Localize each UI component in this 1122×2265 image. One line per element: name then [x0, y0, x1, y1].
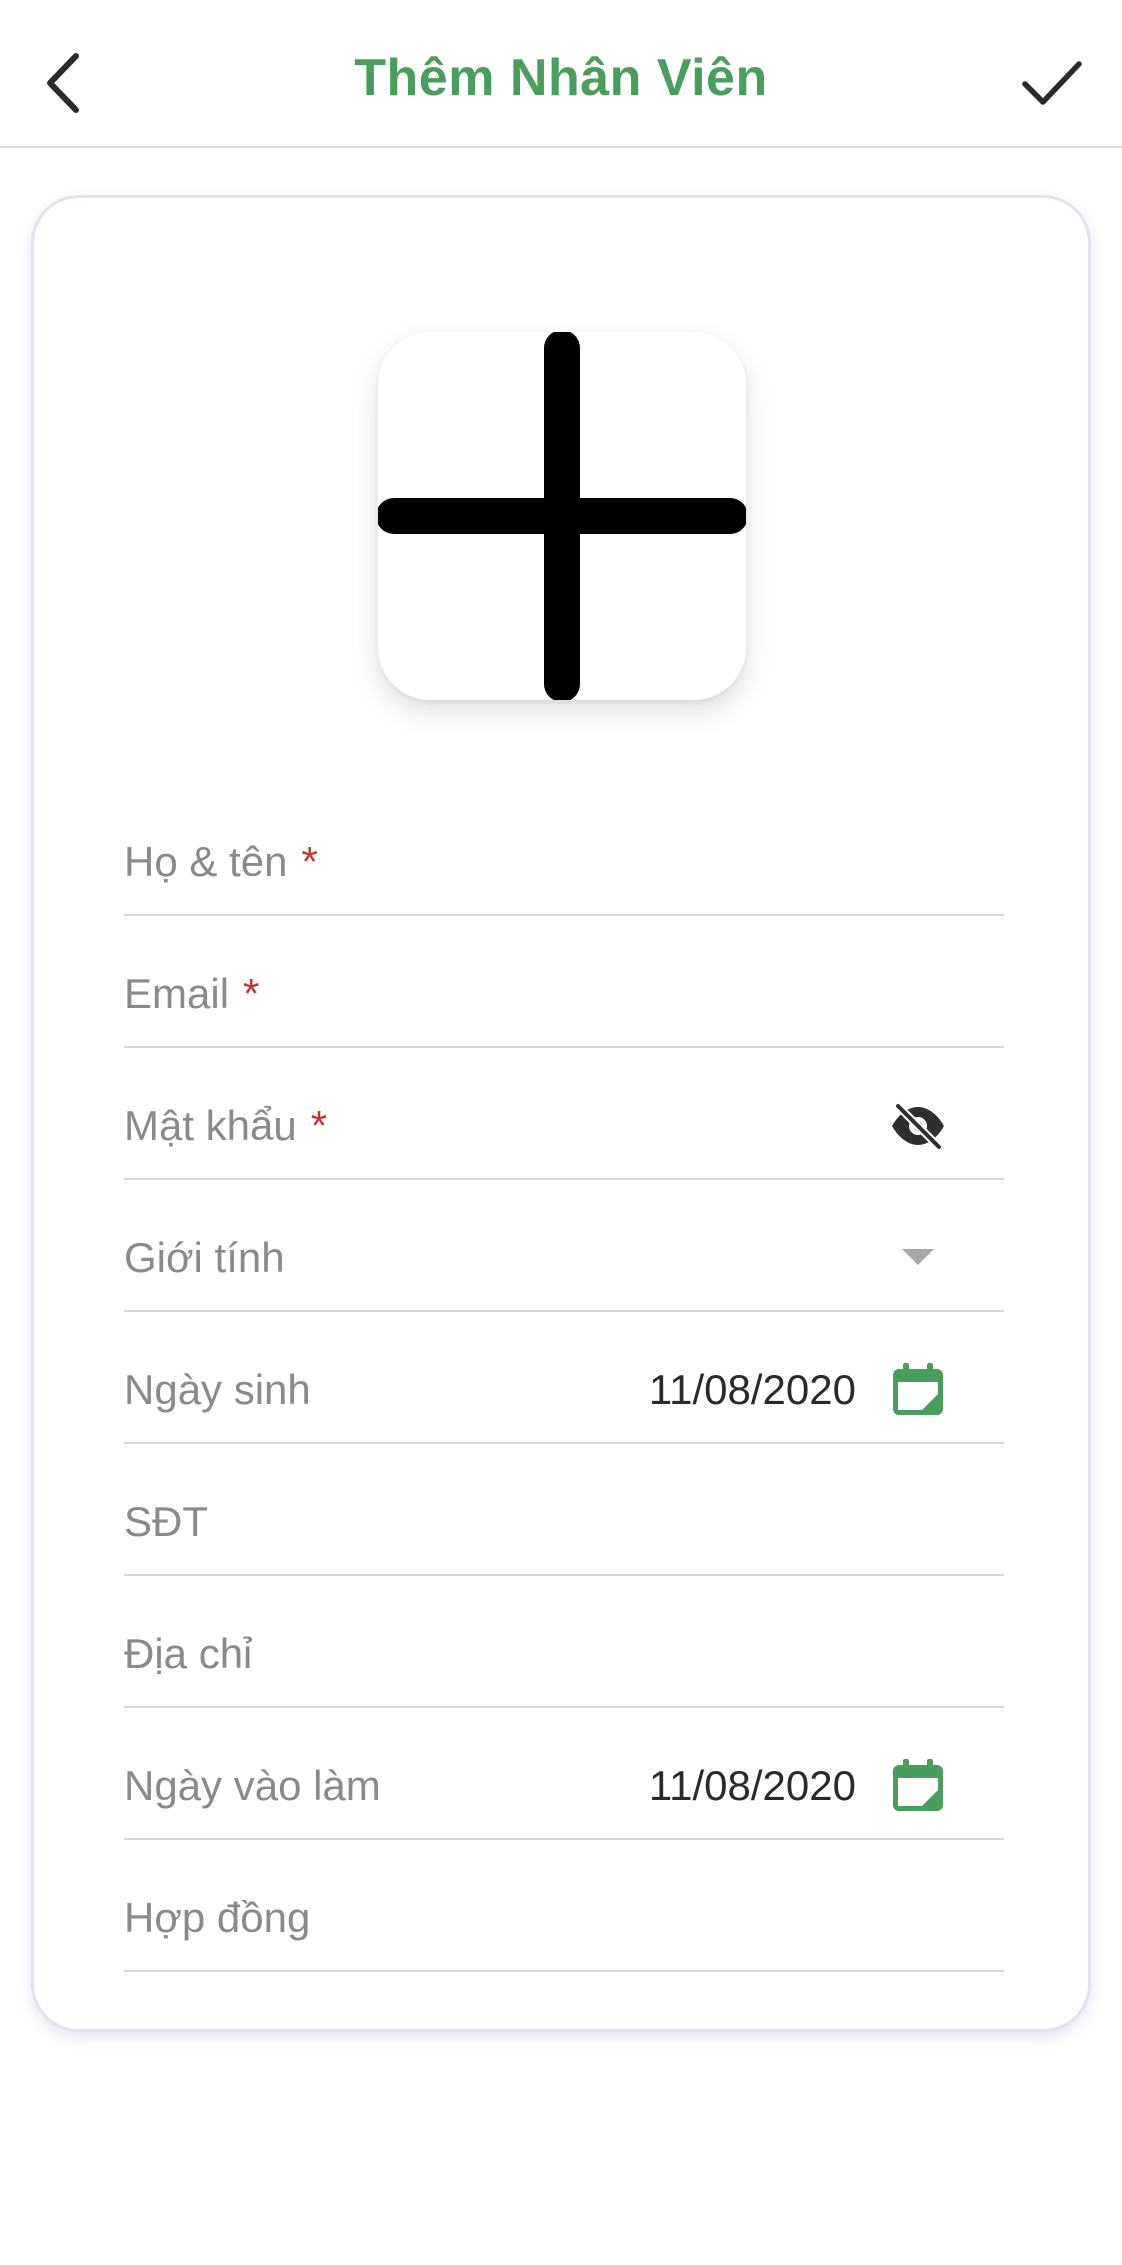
page-title: Thêm Nhân Viên	[354, 49, 768, 107]
required-mark: *	[310, 1102, 328, 1149]
email-label: Email *	[124, 970, 260, 1017]
full-name-field[interactable]: Họ & tên *	[124, 784, 1004, 916]
address-label: Địa chỉ	[124, 1630, 253, 1677]
full-name-label: Họ & tên *	[124, 838, 318, 885]
calendar-icon	[893, 1363, 943, 1415]
add-photo-button[interactable]	[378, 332, 746, 700]
gender-select[interactable]: Giới tính	[124, 1180, 1004, 1312]
phone-field[interactable]: SĐT	[124, 1444, 1004, 1576]
calendar-icon	[893, 1759, 943, 1811]
password-field[interactable]: Mật khẩu *	[124, 1048, 1004, 1180]
save-button[interactable]	[1002, 38, 1102, 128]
password-label: Mật khẩu *	[124, 1102, 328, 1149]
contract-label: Hợp đồng	[124, 1894, 311, 1941]
email-field[interactable]: Email *	[124, 916, 1004, 1048]
start-date-label: Ngày vào làm	[124, 1762, 381, 1809]
start-date-picker-button[interactable]	[888, 1756, 948, 1816]
checkmark-icon	[1022, 61, 1082, 105]
gender-dropdown-toggle[interactable]	[888, 1228, 948, 1288]
dropdown-triangle-icon	[902, 1249, 934, 1265]
birth-date-label: Ngày sinh	[124, 1366, 311, 1413]
employee-form-card: Họ & tên * Email * Mật khẩu * Giới tính Ngà…	[31, 195, 1091, 2032]
gender-label: Giới tính	[124, 1234, 285, 1281]
contract-field[interactable]: Hợp đồng	[124, 1840, 1004, 1972]
required-mark: *	[301, 838, 318, 885]
birth-date-field[interactable]: Ngày sinh 11/08/2020	[124, 1312, 1004, 1444]
eye-off-icon	[892, 1103, 944, 1149]
address-field[interactable]: Địa chỉ	[124, 1576, 1004, 1708]
plus-icon	[378, 332, 746, 700]
birth-date-picker-button[interactable]	[888, 1360, 948, 1420]
toggle-password-visibility[interactable]	[888, 1096, 948, 1156]
top-app-bar: Thêm Nhân Viên	[0, 0, 1122, 148]
start-date-field[interactable]: Ngày vào làm 11/08/2020	[124, 1708, 1004, 1840]
start-date-value: 11/08/2020	[648, 1762, 856, 1809]
birth-date-value: 11/08/2020	[648, 1366, 856, 1413]
phone-label: SĐT	[124, 1498, 208, 1545]
required-mark: *	[243, 970, 260, 1017]
